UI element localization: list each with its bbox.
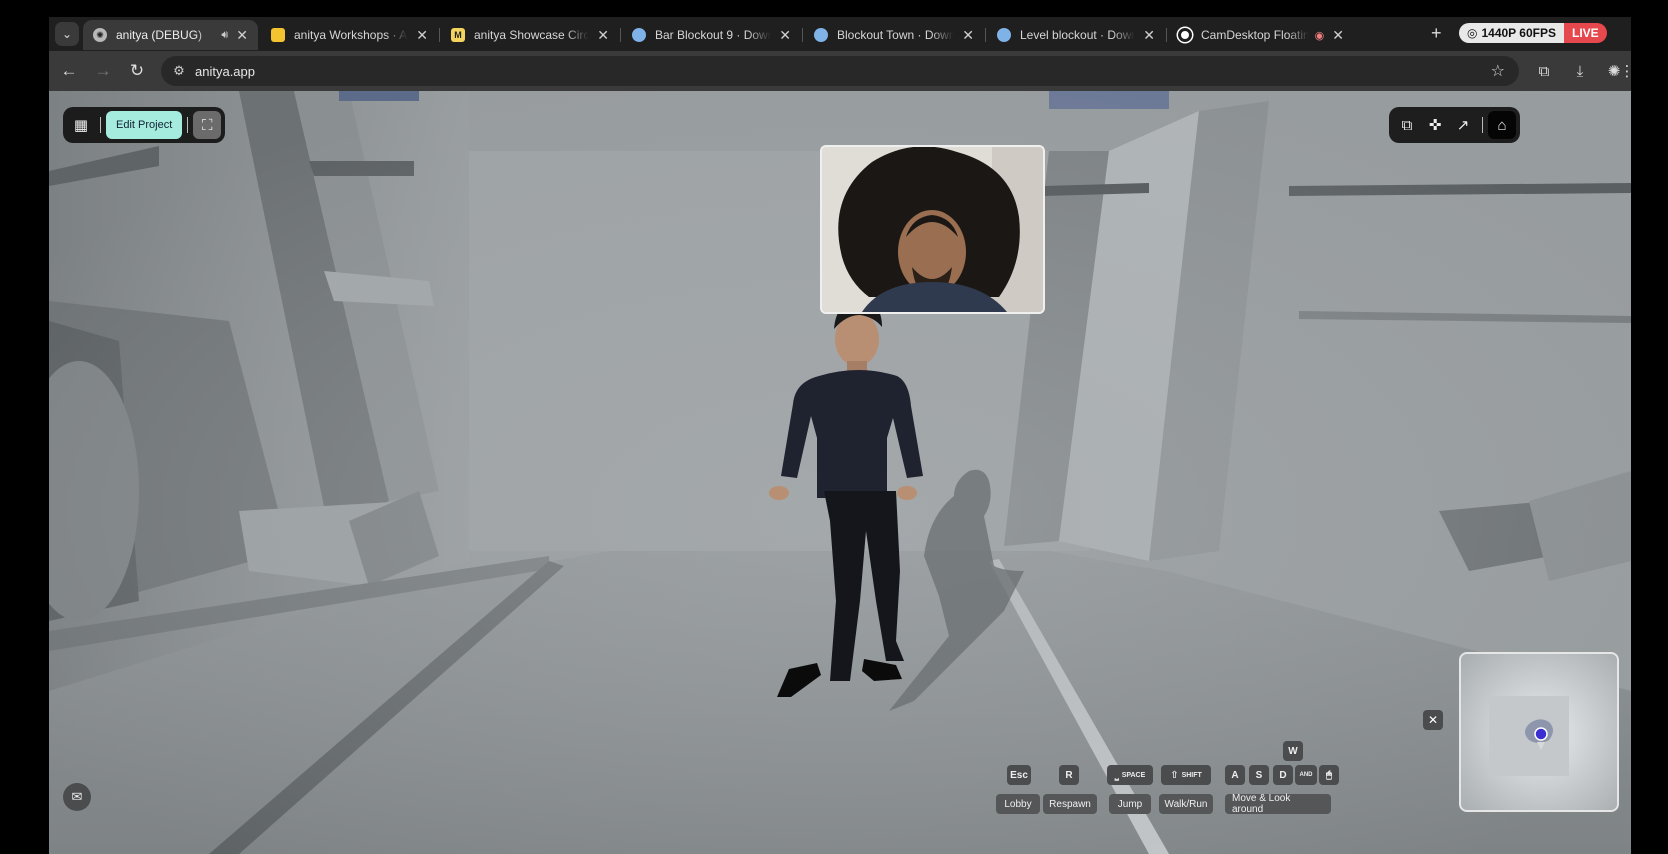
tab-strip: ⌄ ✺ anitya (DEBUG) 🔊︎ ✕ anitya Workshops… [49,17,1631,51]
space-icon: ⎵ [1114,769,1119,781]
key-esc: Esc [1007,765,1031,785]
control-label-respawn: Respawn [1043,794,1097,814]
recording-icon: ◉ [1314,29,1325,42]
control-label-move-look: Move & Look around [1225,793,1331,815]
camdesktop-favicon-icon [1178,28,1192,42]
tab-separator [439,28,440,42]
close-icon: ✕ [1427,713,1439,727]
divider [100,117,101,133]
tab-anitya-workshops[interactable]: anitya Workshops · Apres ✕ [261,20,438,50]
tab-separator [620,28,621,42]
recording-quality: ◎ 1440P 60FPS [1459,23,1564,43]
key-s: S [1249,765,1269,785]
tab-camdesktop[interactable]: CamDesktop Floating ◉ ✕ [1168,20,1354,50]
edit-project-button[interactable]: Edit Project [106,111,183,139]
gamepad-icon[interactable]: ✜ [1421,111,1449,139]
close-icon[interactable]: ✕ [236,27,248,44]
forward-button[interactable]: → [91,59,115,83]
divider [1482,117,1483,133]
mouse-icon: 🖱︎ [1319,765,1339,785]
tab-anitya-debug[interactable]: ✺ anitya (DEBUG) 🔊︎ ✕ [83,20,258,50]
record-icon: ◎ [1467,26,1478,40]
trend-icon[interactable]: ↗ [1449,111,1477,139]
minimap[interactable] [1459,652,1619,812]
tab-title: anitya Showcase Circuit [474,28,590,42]
sketchfab-favicon-icon [997,28,1011,42]
left-overlay-toolbar: ▦ Edit Project ⛶ [63,107,226,143]
tab-anitya-showcase[interactable]: M anitya Showcase Circuit ✕ [441,20,619,50]
close-icon[interactable]: ✕ [1143,27,1155,44]
control-label-lobby: Lobby [996,794,1040,814]
right-overlay-toolbar: ⧉ ✜ ↗ ⌂ [1389,107,1520,143]
close-icon[interactable]: ✕ [779,27,791,44]
arrow-right-icon: → [94,61,112,80]
close-icon[interactable]: ✕ [1332,27,1344,44]
game-viewport[interactable]: ▦ Edit Project ⛶ ⧉ ✜ ↗ ⌂ ✉ W Esc R ⎵ SPAC… [49,91,1631,854]
extensions-icon[interactable]: ⧉ [1533,60,1555,82]
gear-favicon-icon: ✺ [93,28,107,42]
close-icon[interactable]: ✕ [416,27,428,44]
key-shift: ⇧ SHIFT [1161,765,1211,785]
speaker-icon[interactable]: 🔊︎ [221,29,228,42]
key-d: D [1273,765,1293,785]
recording-badge: ◎ 1440P 60FPS LIVE [1459,23,1607,43]
tab-blockout-town[interactable]: Blockout Town · Downlo ✕ [804,20,984,50]
minimap-close-button[interactable]: ✕ [1423,710,1443,730]
grid-icon[interactable]: ▦ [67,111,95,139]
divider [187,117,189,133]
tab-search-button[interactable]: ⌄ [55,22,79,46]
chat-button[interactable]: ✉ [63,783,91,811]
tab-separator [1166,28,1167,42]
address-bar[interactable]: ⚙ anitya.app ☆ [161,56,1519,86]
site-settings-icon[interactable]: ⚙ [170,62,188,80]
key-a: A [1225,765,1245,785]
back-button[interactable]: ← [57,59,81,83]
chat-icon: ✉ [71,789,83,804]
home-icon[interactable]: ⌂ [1488,111,1516,139]
tab-separator [985,28,986,42]
tab-title: Blockout Town · Downlo [837,28,955,42]
browser-window: ⌄ ✺ anitya (DEBUG) 🔊︎ ✕ anitya Workshops… [49,17,1631,854]
webcam-overlay[interactable] [820,145,1045,314]
webcam-feed [822,147,1043,312]
url-text[interactable]: anitya.app [195,64,255,79]
browser-toolbar: ← → ↻ ⚙ anitya.app ☆ ⧉ ⤓ ✺ ⋮ [49,51,1631,91]
reload-icon: ↻ [129,61,145,80]
download-icon[interactable]: ⤓ [1569,60,1591,82]
bookmark-star-icon[interactable]: ☆ [1491,61,1505,81]
new-tab-button[interactable]: + [1431,23,1442,44]
control-label-jump: Jump [1109,794,1151,814]
tab-separator [802,28,803,42]
minimap-render [1461,654,1617,810]
key-w: W [1283,741,1303,761]
control-label-walk-run: Walk/Run [1159,794,1213,814]
tab-title: anitya Workshops · Apres [294,28,408,42]
chevron-down-icon: ⌄ [61,27,73,41]
sketchfab-favicon-icon [632,28,646,42]
tab-title: CamDesktop Floating [1201,28,1309,42]
miro-favicon-icon: M [451,28,465,42]
slides-favicon-icon [271,28,285,42]
player-position-dot [1534,727,1548,741]
key-r: R [1059,765,1079,785]
sketchfab-favicon-icon [814,28,828,42]
arrow-left-icon: ← [60,61,78,80]
tab-bar-blockout[interactable]: Bar Blockout 9 · Downlo ✕ [622,20,801,50]
shift-icon: ⇧ [1170,769,1179,781]
tab-title: anitya (DEBUG) [116,28,203,42]
and-badge: AND [1295,765,1317,785]
screen-share-icon[interactable]: ⧉ [1393,111,1421,139]
tab-title: Level blockout · Downlo [1020,28,1136,42]
tab-title: Bar Blockout 9 · Downlo [655,28,772,42]
tab-level-blockout[interactable]: Level blockout · Downlo ✕ [987,20,1165,50]
menu-kebab-icon[interactable]: ⋮ [1620,60,1632,82]
reload-button[interactable]: ↻ [125,59,149,83]
map-icon[interactable]: ⛶ [193,111,222,139]
key-space: ⎵ SPACE [1107,765,1153,785]
close-icon[interactable]: ✕ [962,27,974,44]
close-icon[interactable]: ✕ [597,27,609,44]
live-indicator: LIVE [1564,23,1607,43]
